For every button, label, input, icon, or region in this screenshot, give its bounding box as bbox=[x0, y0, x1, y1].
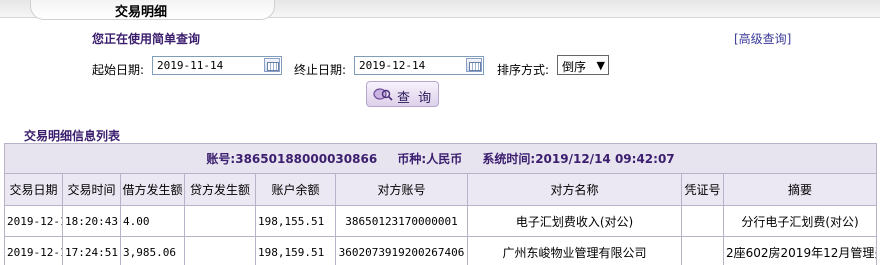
cell-voucher bbox=[681, 236, 724, 265]
cell-counterparty-name: 电子汇划费收入(对公) bbox=[467, 205, 682, 237]
tab-title: 交易明细 bbox=[115, 5, 168, 20]
account-value: 38650188000030866 bbox=[235, 152, 378, 166]
column-header: 摘要 bbox=[722, 173, 878, 206]
account-summary-row: 账号:38650188000030866 币种:人民币 系统时间:2019/12… bbox=[3, 143, 878, 174]
cell-time: 17:24:51 bbox=[62, 236, 121, 265]
system-time-value: 2019/12/14 09:42:07 bbox=[535, 152, 675, 166]
start-calendar-icon[interactable] bbox=[264, 58, 280, 72]
currency-value: 人民币 bbox=[426, 152, 463, 166]
cell-voucher bbox=[681, 205, 724, 237]
query-mode-text: 您正在使用简单查询 bbox=[92, 32, 201, 46]
cell-credit bbox=[184, 236, 256, 265]
cell-balance: 198,159.51 bbox=[255, 236, 336, 265]
start-date-label: 起始日期: bbox=[92, 63, 145, 77]
end-date-label: 终止日期: bbox=[294, 63, 347, 77]
column-header: 交易时间 bbox=[62, 173, 121, 206]
sort-select[interactable]: 倒序 ▼ bbox=[557, 55, 609, 75]
cell-debit: 3,985.06 bbox=[120, 236, 185, 265]
sort-label: 排序方式: bbox=[497, 63, 550, 77]
advanced-query-link[interactable]: [高级查询] bbox=[734, 30, 791, 47]
cell-date: 2019-12-13 bbox=[4, 205, 63, 237]
column-header: 账户余额 bbox=[255, 173, 336, 206]
cell-debit: 4.00 bbox=[120, 205, 185, 237]
cell-summary: 分行电子汇划费(对公) bbox=[722, 205, 878, 237]
cell-credit bbox=[184, 205, 256, 237]
transaction-table: 账号:38650188000030866 币种:人民币 系统时间:2019/12… bbox=[3, 143, 878, 265]
system-time-label: 系统时间: bbox=[482, 152, 536, 166]
cell-date: 2019-12-13 bbox=[4, 236, 63, 265]
end-date-input[interactable]: 2019-12-14 bbox=[354, 56, 484, 75]
table-header-row: 交易日期 交易时间 借方发生额 贷方发生额 账户余额 对方账号 对方名称 凭证号… bbox=[4, 173, 878, 206]
cell-time: 18:20:43 bbox=[62, 205, 121, 237]
query-button[interactable]: 查 询 bbox=[366, 81, 439, 107]
end-calendar-icon[interactable] bbox=[466, 58, 482, 72]
sort-select-value: 倒序 bbox=[562, 60, 587, 74]
cell-counterparty-name: 广州东峻物业管理有限公司 bbox=[467, 236, 682, 265]
column-header: 借方发生额 bbox=[120, 173, 185, 206]
cell-counterparty-account: 3602073919200267406 bbox=[335, 236, 468, 265]
column-header: 贷方发生额 bbox=[184, 173, 256, 206]
account-label: 账号: bbox=[206, 152, 236, 166]
list-title: 交易明细信息列表 bbox=[24, 129, 121, 143]
column-header: 对方账号 bbox=[335, 173, 468, 206]
start-date-input[interactable]: 2019-11-14 bbox=[152, 56, 282, 75]
column-header: 凭证号 bbox=[681, 173, 724, 206]
cell-balance: 198,155.51 bbox=[255, 205, 336, 237]
query-button-label: 查 询 bbox=[397, 91, 434, 106]
column-header: 对方名称 bbox=[467, 173, 682, 206]
currency-label: 币种: bbox=[397, 152, 427, 166]
table-row: 2019-12-13 17:24:51 3,985.06 198,159.51 … bbox=[4, 236, 878, 265]
cell-summary: 2座602房2019年12月管理费 bbox=[722, 236, 878, 265]
table-row: 2019-12-13 18:20:43 4.00 198,155.51 3865… bbox=[4, 205, 878, 237]
chevron-down-icon: ▼ bbox=[596, 59, 605, 72]
column-header: 交易日期 bbox=[4, 173, 63, 206]
search-icon bbox=[373, 88, 393, 101]
cell-counterparty-account: 38650123170000001 bbox=[335, 205, 468, 237]
